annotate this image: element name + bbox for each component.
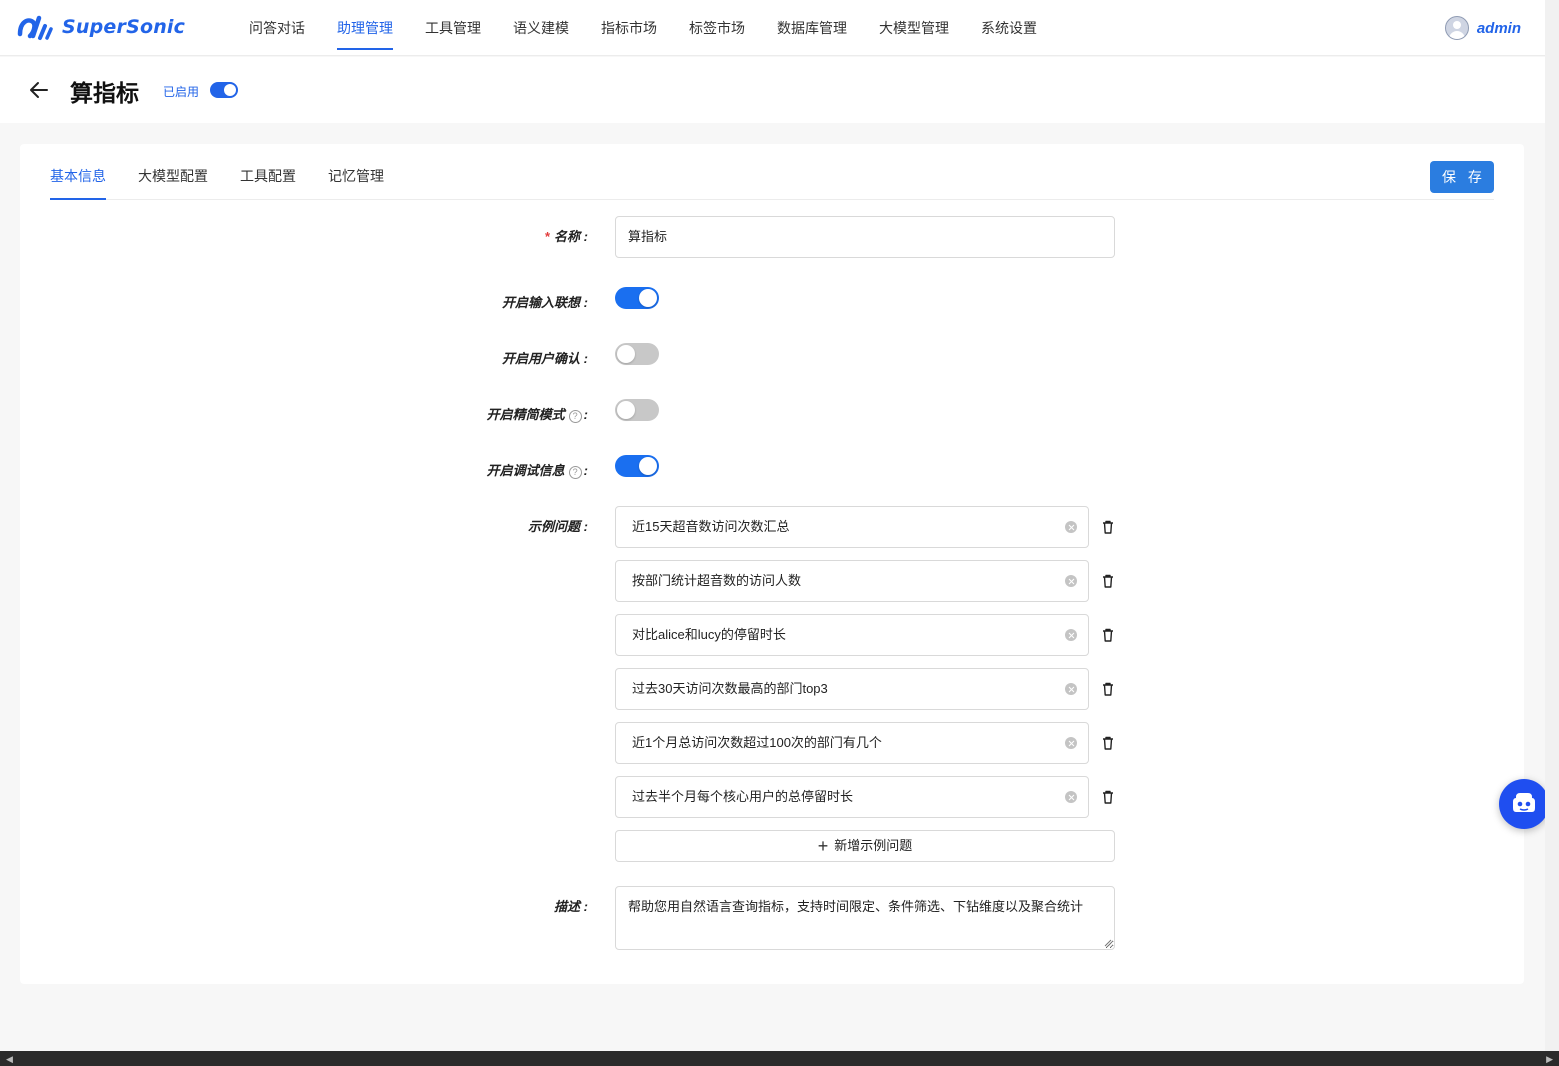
help-icon[interactable]: ?	[568, 466, 582, 479]
status-label: 已启用	[163, 85, 200, 99]
input-suggest-switch[interactable]	[615, 287, 659, 309]
scroll-right-icon[interactable]: ▶	[1546, 1054, 1553, 1065]
desc-label: 描述 :	[554, 899, 588, 914]
nav-item-database[interactable]: 数据库管理	[761, 0, 863, 56]
app-logo[interactable]: SuperSonic	[16, 10, 185, 44]
clear-icon[interactable]	[1065, 575, 1077, 587]
nav-item-agent[interactable]: 助理管理	[321, 0, 409, 56]
input-suggest-label: 开启输入联想 :	[502, 295, 588, 310]
example-question-text: 过去半个月每个核心用户的总停留时长	[632, 789, 854, 804]
example-question-text: 按部门统计超音数的访问人数	[632, 573, 802, 588]
main-nav: 问答对话 助理管理 工具管理 语义建模 指标市场 标签市场 数据库管理 大模型管…	[233, 0, 1053, 56]
name-label: * 名称 :	[544, 229, 588, 244]
simple-mode-label-text: 开启精简模式	[486, 407, 565, 422]
nav-item-llm[interactable]: 大模型管理	[863, 0, 965, 56]
example-question-input[interactable]: 过去半个月每个核心用户的总停留时长	[615, 776, 1089, 818]
clear-icon[interactable]	[1065, 683, 1077, 695]
delete-icon[interactable]	[1100, 681, 1116, 697]
debug-info-switch[interactable]	[615, 455, 659, 477]
add-example-label: 新增示例问题	[834, 838, 913, 853]
nav-item-tag-market[interactable]: 标签市场	[673, 0, 761, 56]
delete-icon[interactable]	[1100, 789, 1116, 805]
vertical-scrollbar[interactable]	[1545, 0, 1559, 1051]
clear-icon[interactable]	[1065, 629, 1077, 641]
horizontal-scrollbar[interactable]: ◀ ▶	[0, 1051, 1559, 1066]
delete-icon[interactable]	[1100, 573, 1116, 589]
example-question-input[interactable]: 过去30天访问次数最高的部门top3	[615, 668, 1089, 710]
input-suggest-label-text: 开启输入联想	[502, 295, 581, 310]
example-question-input[interactable]: 近1个月总访问次数超过100次的部门有几个	[615, 722, 1089, 764]
simple-mode-label: 开启精简模式?:	[486, 407, 588, 423]
page-title: 算指标	[70, 80, 139, 106]
example-question-text: 对比alice和lucy的停留时长	[632, 627, 786, 642]
plus-icon: +	[817, 836, 829, 856]
user-confirm-switch[interactable]	[615, 343, 659, 365]
main-card: 基本信息 大模型配置 工具配置 记忆管理 保 存 * 名称 : 算指标 开启输入联…	[20, 144, 1524, 984]
name-label-text: 名称	[554, 229, 581, 244]
user-menu[interactable]: admin	[1444, 16, 1521, 40]
desc-label-text: 描述	[554, 899, 581, 914]
nav-item-tools[interactable]: 工具管理	[409, 0, 497, 56]
save-button[interactable]: 保 存	[1430, 161, 1494, 193]
example-question-input[interactable]: 按部门统计超音数的访问人数	[615, 560, 1089, 602]
scroll-left-icon[interactable]: ◀	[6, 1054, 13, 1065]
debug-info-label-text: 开启调试信息	[486, 463, 565, 478]
help-icon[interactable]: ?	[568, 410, 582, 423]
tab-tool-config[interactable]: 工具配置	[240, 166, 296, 200]
nav-item-semantic-model[interactable]: 语义建模	[497, 0, 585, 56]
example-question-text: 过去30天访问次数最高的部门top3	[632, 681, 828, 696]
example-question-text: 近1个月总访问次数超过100次的部门有几个	[632, 735, 882, 750]
nav-item-metric-market[interactable]: 指标市场	[585, 0, 673, 56]
examples-label-text: 示例问题	[528, 519, 581, 534]
example-question-input[interactable]: 对比alice和lucy的停留时长	[615, 614, 1089, 656]
logo-text: SuperSonic	[62, 16, 186, 38]
top-navbar: SuperSonic 问答对话 助理管理 工具管理 语义建模 指标市场 标签市场…	[0, 0, 1545, 56]
avatar	[1444, 16, 1469, 40]
description-textarea[interactable]: 帮助您用自然语言查询指标，支持时间限定、条件筛选、下钻维度以及聚合统计	[615, 886, 1115, 950]
debug-info-label: 开启调试信息?:	[486, 463, 588, 479]
username: admin	[1476, 19, 1521, 37]
delete-icon[interactable]	[1100, 735, 1116, 751]
examples-label: 示例问题 :	[528, 519, 588, 534]
name-input[interactable]: 算指标	[615, 216, 1115, 258]
simple-mode-switch[interactable]	[615, 399, 659, 421]
back-arrow-icon[interactable]	[28, 79, 50, 101]
user-confirm-label-text: 开启用户确认	[502, 351, 581, 366]
clear-icon[interactable]	[1065, 737, 1077, 749]
example-question-input[interactable]: 近15天超音数访问次数汇总	[615, 506, 1089, 548]
tab-basic-info[interactable]: 基本信息	[50, 166, 106, 200]
clear-icon[interactable]	[1065, 521, 1077, 533]
assistant-float-button[interactable]	[1499, 779, 1549, 829]
required-mark: *	[544, 229, 551, 244]
clear-icon[interactable]	[1065, 791, 1077, 803]
tab-memory[interactable]: 记忆管理	[328, 166, 384, 200]
nav-item-settings[interactable]: 系统设置	[965, 0, 1053, 56]
tab-llm-config[interactable]: 大模型配置	[138, 166, 208, 200]
tab-bar: 基本信息 大模型配置 工具配置 记忆管理	[50, 144, 1494, 200]
user-confirm-label: 开启用户确认 :	[502, 351, 588, 366]
add-example-button[interactable]: + 新增示例问题	[615, 830, 1115, 862]
agent-enabled-toggle[interactable]	[210, 82, 238, 98]
logo-icon	[17, 15, 53, 40]
delete-icon[interactable]	[1100, 627, 1116, 643]
robot-icon	[1513, 793, 1535, 812]
page-header: 算指标 已启用	[0, 57, 1545, 123]
resize-handle-icon[interactable]	[1104, 939, 1112, 947]
nav-item-chat[interactable]: 问答对话	[233, 0, 321, 56]
delete-icon[interactable]	[1100, 519, 1116, 535]
example-question-text: 近15天超音数访问次数汇总	[632, 519, 790, 534]
